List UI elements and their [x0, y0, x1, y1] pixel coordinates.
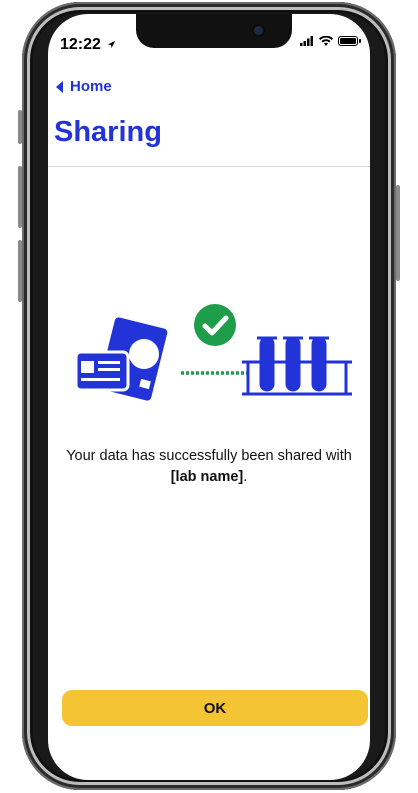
header-divider [48, 166, 370, 167]
status-time-text: 12:22 [60, 36, 101, 53]
location-arrow-icon [108, 40, 116, 49]
lab-name: [lab name] [170, 469, 244, 485]
test-tubes-icon [242, 336, 352, 396]
cellular-signal-icon [300, 36, 313, 46]
back-button[interactable]: Home [56, 78, 112, 95]
back-button-label: Home [70, 78, 112, 95]
status-bar-time: 12:22 [60, 36, 116, 54]
status-bar-icons [300, 36, 361, 46]
battery-icon [338, 36, 361, 46]
power-button [396, 185, 400, 281]
success-check-icon [194, 304, 236, 346]
sharing-illustration [74, 304, 352, 401]
id-card-icon [74, 317, 168, 401]
notch [136, 14, 292, 48]
chevron-left-icon [56, 80, 63, 93]
success-message: Your data has successfully been shared w… [48, 446, 370, 488]
message-suffix: . [243, 469, 248, 485]
ok-button[interactable]: OK [62, 690, 368, 726]
success-message-text: Your data has successfully been shared w… [66, 448, 352, 464]
page-title: Sharing [54, 116, 162, 148]
wifi-icon [319, 36, 333, 46]
front-camera [254, 26, 263, 35]
phone-screen: 12:22 Home Sharing Your data has success… [48, 14, 370, 780]
